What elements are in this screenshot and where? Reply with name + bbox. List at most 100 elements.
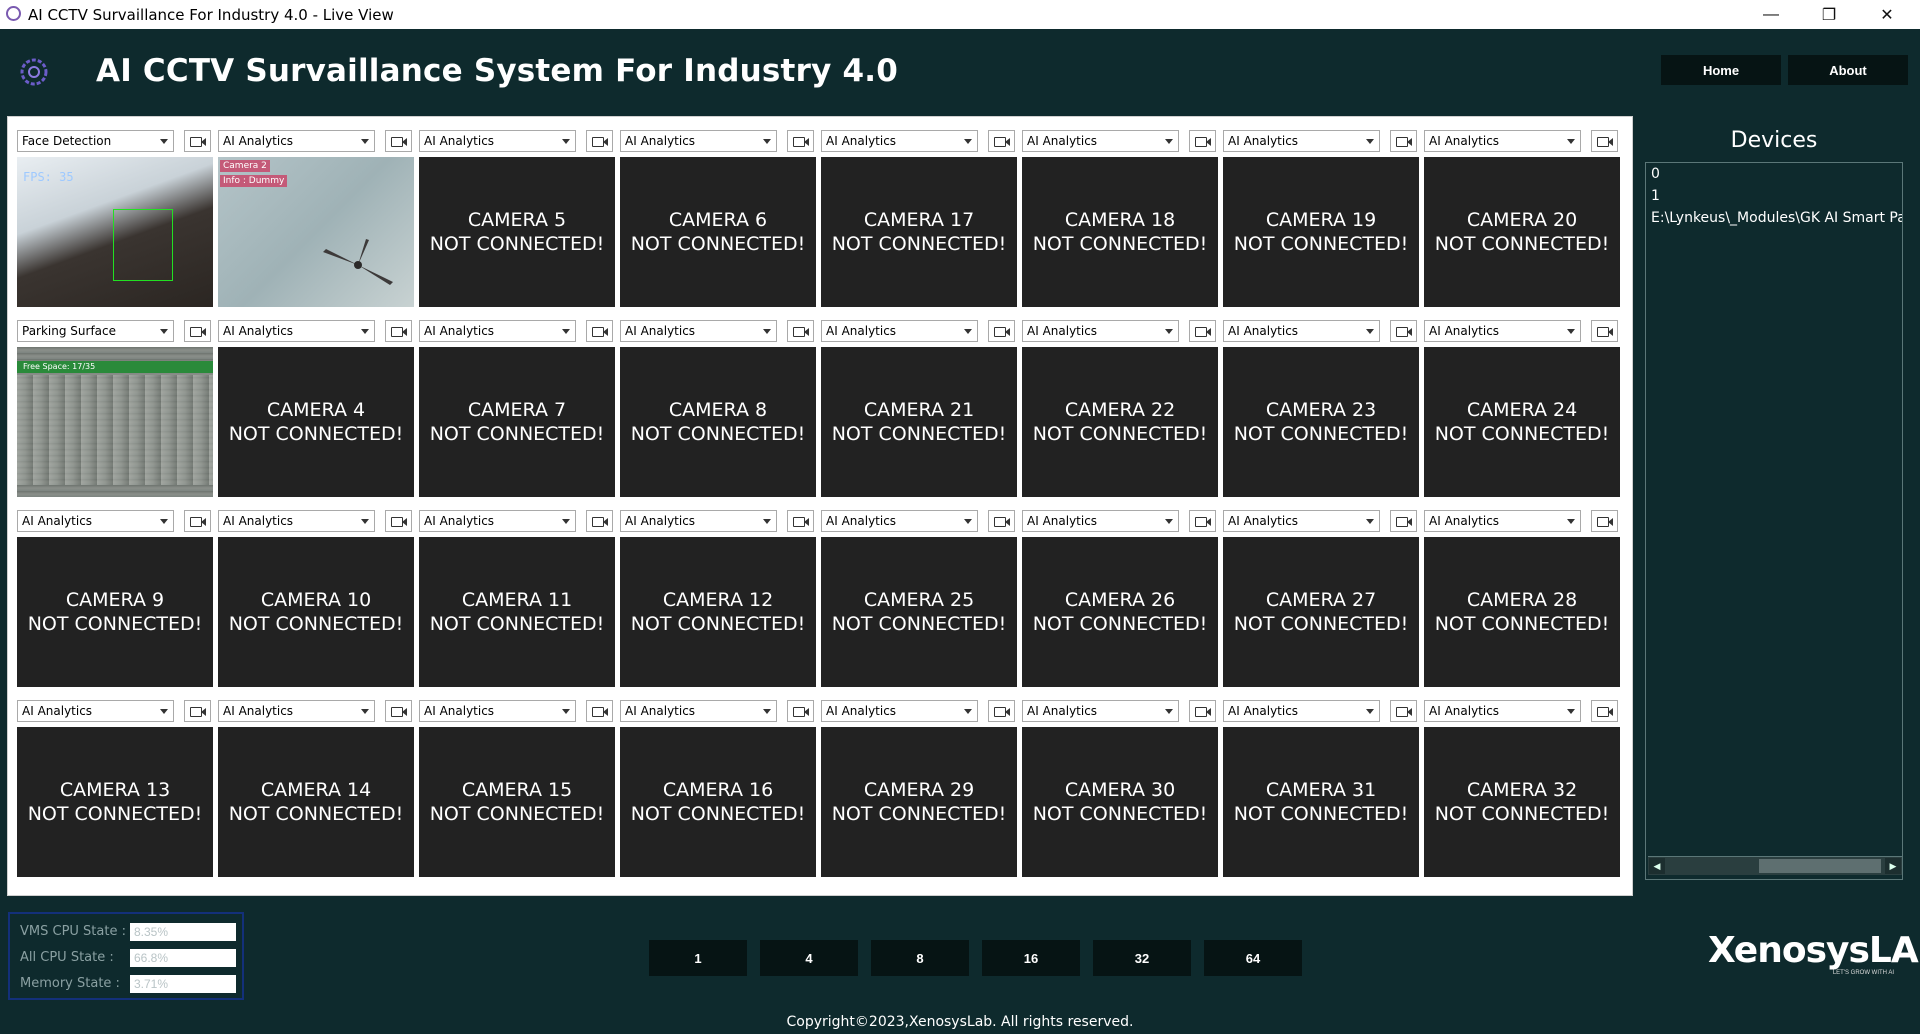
analytics-mode-select[interactable]: AI Analytics [1223,510,1380,532]
analytics-mode-select[interactable]: AI Analytics [1424,320,1581,342]
camera-tile-disconnected[interactable]: CAMERA 19 NOT CONNECTED! [1223,157,1419,307]
devices-horizontal-scrollbar[interactable]: ◀ ▶ [1648,856,1902,875]
video-camera-icon[interactable] [184,320,211,342]
video-camera-icon[interactable] [1189,700,1216,722]
analytics-mode-select[interactable]: AI Analytics [218,700,375,722]
video-camera-icon[interactable] [1189,510,1216,532]
analytics-mode-select[interactable]: AI Analytics [620,510,777,532]
home-button[interactable]: Home [1661,55,1781,85]
video-camera-icon[interactable] [1591,320,1618,342]
video-camera-icon[interactable] [184,130,211,152]
about-button[interactable]: About [1788,55,1908,85]
camera-tile-disconnected[interactable]: CAMERA 7 NOT CONNECTED! [419,347,615,497]
video-camera-icon[interactable] [1390,320,1417,342]
analytics-mode-select[interactable]: AI Analytics [1223,320,1380,342]
analytics-mode-select[interactable]: AI Analytics [1424,510,1581,532]
video-camera-icon[interactable] [787,700,814,722]
camera-tile-disconnected[interactable]: CAMERA 17 NOT CONNECTED! [821,157,1017,307]
minimize-button[interactable]: — [1742,0,1800,29]
analytics-mode-select[interactable]: AI Analytics [419,700,576,722]
analytics-mode-select[interactable]: AI Analytics [821,320,978,342]
video-camera-icon[interactable] [1390,700,1417,722]
camera-tile-disconnected[interactable]: CAMERA 16 NOT CONNECTED! [620,727,816,877]
analytics-mode-select[interactable]: AI Analytics [419,130,576,152]
camera-tile-disconnected[interactable]: CAMERA 24 NOT CONNECTED! [1424,347,1620,497]
video-camera-icon[interactable] [1390,130,1417,152]
camera-tile-disconnected[interactable]: CAMERA 10 NOT CONNECTED! [218,537,414,687]
video-camera-icon[interactable] [988,700,1015,722]
video-camera-icon[interactable] [988,320,1015,342]
camera-tile-disconnected[interactable]: CAMERA 28 NOT CONNECTED! [1424,537,1620,687]
analytics-mode-select[interactable]: AI Analytics [17,700,174,722]
camera-tile-disconnected[interactable]: CAMERA 18 NOT CONNECTED! [1022,157,1218,307]
camera-tile-disconnected[interactable]: CAMERA 30 NOT CONNECTED! [1022,727,1218,877]
device-item[interactable]: 1 [1646,185,1902,207]
video-camera-icon[interactable] [586,320,613,342]
camera-tile-disconnected[interactable]: CAMERA 27 NOT CONNECTED! [1223,537,1419,687]
camera-tile-disconnected[interactable]: CAMERA 9 NOT CONNECTED! [17,537,213,687]
scroll-left-icon[interactable]: ◀ [1649,858,1665,874]
analytics-mode-select[interactable]: AI Analytics [1223,700,1380,722]
analytics-mode-select[interactable]: AI Analytics [419,320,576,342]
analytics-mode-select[interactable]: AI Analytics [620,320,777,342]
camera-live-feed[interactable]: Free Space: 17/35 [17,347,213,497]
analytics-mode-select[interactable]: AI Analytics [1022,510,1179,532]
analytics-mode-select[interactable]: AI Analytics [218,130,375,152]
camera-live-feed[interactable]: FPS: 35 [17,157,213,307]
analytics-mode-select[interactable]: AI Analytics [1223,130,1380,152]
camera-tile-disconnected[interactable]: CAMERA 6 NOT CONNECTED! [620,157,816,307]
video-camera-icon[interactable] [586,510,613,532]
video-camera-icon[interactable] [385,510,412,532]
camera-tile-disconnected[interactable]: CAMERA 32 NOT CONNECTED! [1424,727,1620,877]
restore-button[interactable]: ❐ [1800,0,1858,29]
camera-tile-disconnected[interactable]: CAMERA 23 NOT CONNECTED! [1223,347,1419,497]
grid-64-button[interactable]: 64 [1204,940,1302,976]
video-camera-icon[interactable] [787,320,814,342]
analytics-mode-select[interactable]: Parking Surface [17,320,174,342]
grid-16-button[interactable]: 16 [982,940,1080,976]
analytics-mode-select[interactable]: AI Analytics [218,320,375,342]
grid-8-button[interactable]: 8 [871,940,969,976]
camera-tile-disconnected[interactable]: CAMERA 20 NOT CONNECTED! [1424,157,1620,307]
video-camera-icon[interactable] [184,700,211,722]
video-camera-icon[interactable] [787,130,814,152]
video-camera-icon[interactable] [586,700,613,722]
analytics-mode-select[interactable]: AI Analytics [620,700,777,722]
camera-tile-disconnected[interactable]: CAMERA 26 NOT CONNECTED! [1022,537,1218,687]
camera-tile-disconnected[interactable]: CAMERA 25 NOT CONNECTED! [821,537,1017,687]
analytics-mode-select[interactable]: AI Analytics [821,510,978,532]
grid-1-button[interactable]: 1 [649,940,747,976]
close-button[interactable]: ✕ [1858,0,1916,29]
analytics-mode-select[interactable]: AI Analytics [1424,700,1581,722]
video-camera-icon[interactable] [1591,510,1618,532]
analytics-mode-select[interactable]: AI Analytics [821,130,978,152]
grid-4-button[interactable]: 4 [760,940,858,976]
video-camera-icon[interactable] [787,510,814,532]
devices-list[interactable]: 0 1 E:\Lynkeus\_Modules\GK AI Smart Park… [1645,162,1903,880]
device-item[interactable]: 0 [1646,163,1902,185]
analytics-mode-select[interactable]: Face Detection [17,130,174,152]
camera-tile-disconnected[interactable]: CAMERA 29 NOT CONNECTED! [821,727,1017,877]
video-camera-icon[interactable] [385,320,412,342]
video-camera-icon[interactable] [184,510,211,532]
camera-tile-disconnected[interactable]: CAMERA 8 NOT CONNECTED! [620,347,816,497]
video-camera-icon[interactable] [586,130,613,152]
video-camera-icon[interactable] [988,130,1015,152]
analytics-mode-select[interactable]: AI Analytics [1424,130,1581,152]
video-camera-icon[interactable] [385,700,412,722]
camera-tile-disconnected[interactable]: CAMERA 5 NOT CONNECTED! [419,157,615,307]
scrollbar-thumb[interactable] [1759,859,1881,873]
video-camera-icon[interactable] [1591,700,1618,722]
video-camera-icon[interactable] [988,510,1015,532]
camera-tile-disconnected[interactable]: CAMERA 31 NOT CONNECTED! [1223,727,1419,877]
analytics-mode-select[interactable]: AI Analytics [218,510,375,532]
camera-live-feed[interactable]: Camera 2 Info : Dummy [218,157,414,307]
camera-tile-disconnected[interactable]: CAMERA 15 NOT CONNECTED! [419,727,615,877]
camera-tile-disconnected[interactable]: CAMERA 11 NOT CONNECTED! [419,537,615,687]
video-camera-icon[interactable] [385,130,412,152]
device-item[interactable]: E:\Lynkeus\_Modules\GK AI Smart Parking [1646,207,1902,229]
scroll-right-icon[interactable]: ▶ [1885,858,1901,874]
camera-tile-disconnected[interactable]: CAMERA 13 NOT CONNECTED! [17,727,213,877]
camera-tile-disconnected[interactable]: CAMERA 14 NOT CONNECTED! [218,727,414,877]
camera-tile-disconnected[interactable]: CAMERA 21 NOT CONNECTED! [821,347,1017,497]
